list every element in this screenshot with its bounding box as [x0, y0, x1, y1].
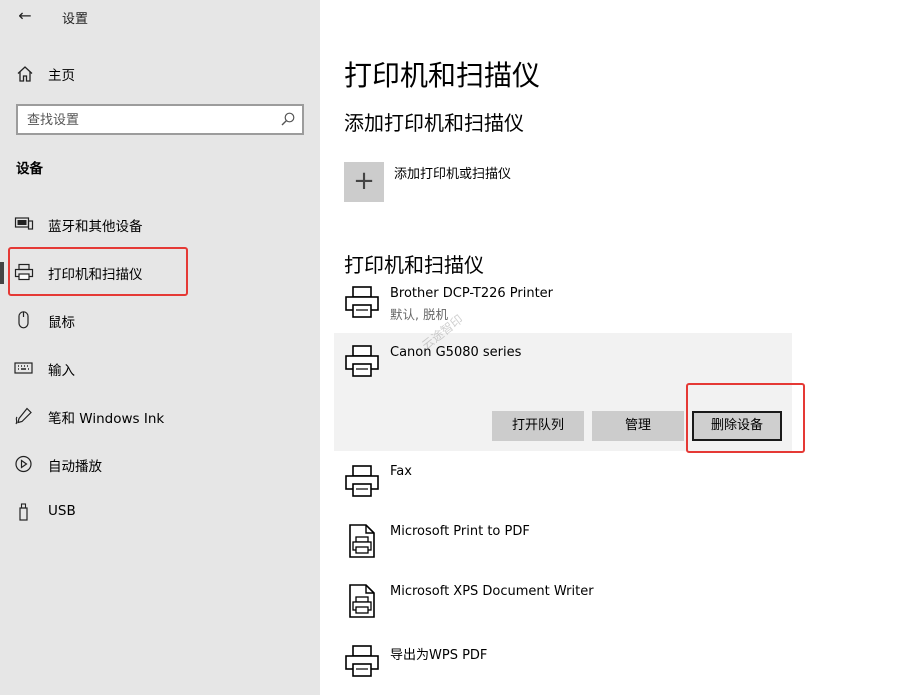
sidebar-item-label: 输入 — [48, 363, 75, 379]
highlight-annotation — [686, 383, 805, 453]
device-item[interactable]: Brother DCP-T226 Printer 默认, 脱机 — [334, 276, 792, 330]
highlight-annotation — [8, 247, 188, 296]
device-item[interactable]: Fax — [334, 455, 792, 513]
sidebar-item-label: 蓝牙和其他设备 — [48, 219, 143, 235]
sidebar-item-usb[interactable]: USB — [0, 492, 320, 532]
section-heading-devices: 设备 — [16, 161, 43, 177]
document-printer-icon — [349, 584, 375, 618]
back-button[interactable]: ← — [14, 6, 36, 26]
device-name: Microsoft XPS Document Writer — [390, 584, 594, 599]
add-printer-button[interactable]: + — [344, 162, 384, 202]
page-title: 打印机和扫描仪 — [344, 59, 541, 92]
device-item[interactable]: Microsoft Print to PDF — [334, 515, 792, 573]
device-name: Microsoft Print to PDF — [390, 524, 530, 539]
title-bar: ← 设置 — [0, 0, 320, 34]
search-box[interactable] — [16, 104, 304, 135]
device-name: Brother DCP-T226 Printer — [390, 286, 554, 301]
printer-icon — [345, 465, 379, 497]
sidebar-item-autoplay[interactable]: 自动播放 — [0, 444, 320, 484]
document-printer-icon — [349, 524, 375, 558]
device-item[interactable]: 导出为WPS PDF — [334, 635, 792, 693]
device-name: Fax — [390, 464, 412, 479]
sidebar-item-label: 笔和 Windows Ink — [48, 411, 165, 427]
printer-icon — [345, 286, 379, 318]
mouse-icon — [18, 311, 29, 329]
sidebar-item-label: USB — [48, 503, 76, 519]
printers-list-heading: 打印机和扫描仪 — [344, 253, 484, 277]
bluetooth-devices-icon — [14, 217, 34, 230]
sidebar: ← 设置 主页 设备 蓝牙和其他设备 打印机和扫描仪 — [0, 0, 320, 695]
app-title: 设置 — [62, 12, 89, 27]
open-queue-button[interactable]: 打开队列 — [492, 411, 584, 441]
device-item[interactable]: Microsoft XPS Document Writer — [334, 575, 792, 633]
sidebar-item-typing[interactable]: 输入 — [0, 348, 320, 388]
device-name: 导出为WPS PDF — [390, 648, 488, 663]
sidebar-item-pen[interactable]: 笔和 Windows Ink — [0, 396, 320, 436]
sidebar-item-label: 自动播放 — [48, 459, 102, 475]
search-input[interactable] — [27, 110, 267, 130]
printer-icon — [345, 645, 379, 677]
search-icon[interactable] — [280, 111, 296, 127]
sidebar-item-mouse[interactable]: 鼠标 — [0, 300, 320, 340]
home-icon — [17, 66, 33, 82]
device-name: Canon G5080 series — [390, 345, 522, 360]
autoplay-icon — [15, 455, 32, 473]
printer-icon — [345, 345, 379, 377]
sidebar-item-label: 鼠标 — [48, 315, 75, 331]
add-printer-label[interactable]: 添加打印机或扫描仪 — [394, 163, 511, 182]
pen-icon — [15, 407, 32, 425]
device-status: 默认, 脱机 — [390, 307, 448, 322]
sidebar-item-bluetooth[interactable]: 蓝牙和其他设备 — [0, 204, 320, 244]
manage-button[interactable]: 管理 — [592, 411, 684, 441]
usb-icon — [19, 503, 28, 521]
main-content: 打印机和扫描仪 添加打印机和扫描仪 + 添加打印机或扫描仪 打印机和扫描仪 Br… — [320, 0, 915, 695]
add-section-heading: 添加打印机和扫描仪 — [344, 111, 524, 135]
sidebar-item-label: 主页 — [48, 68, 75, 84]
keyboard-icon — [14, 362, 33, 374]
sidebar-item-home[interactable]: 主页 — [0, 58, 320, 90]
